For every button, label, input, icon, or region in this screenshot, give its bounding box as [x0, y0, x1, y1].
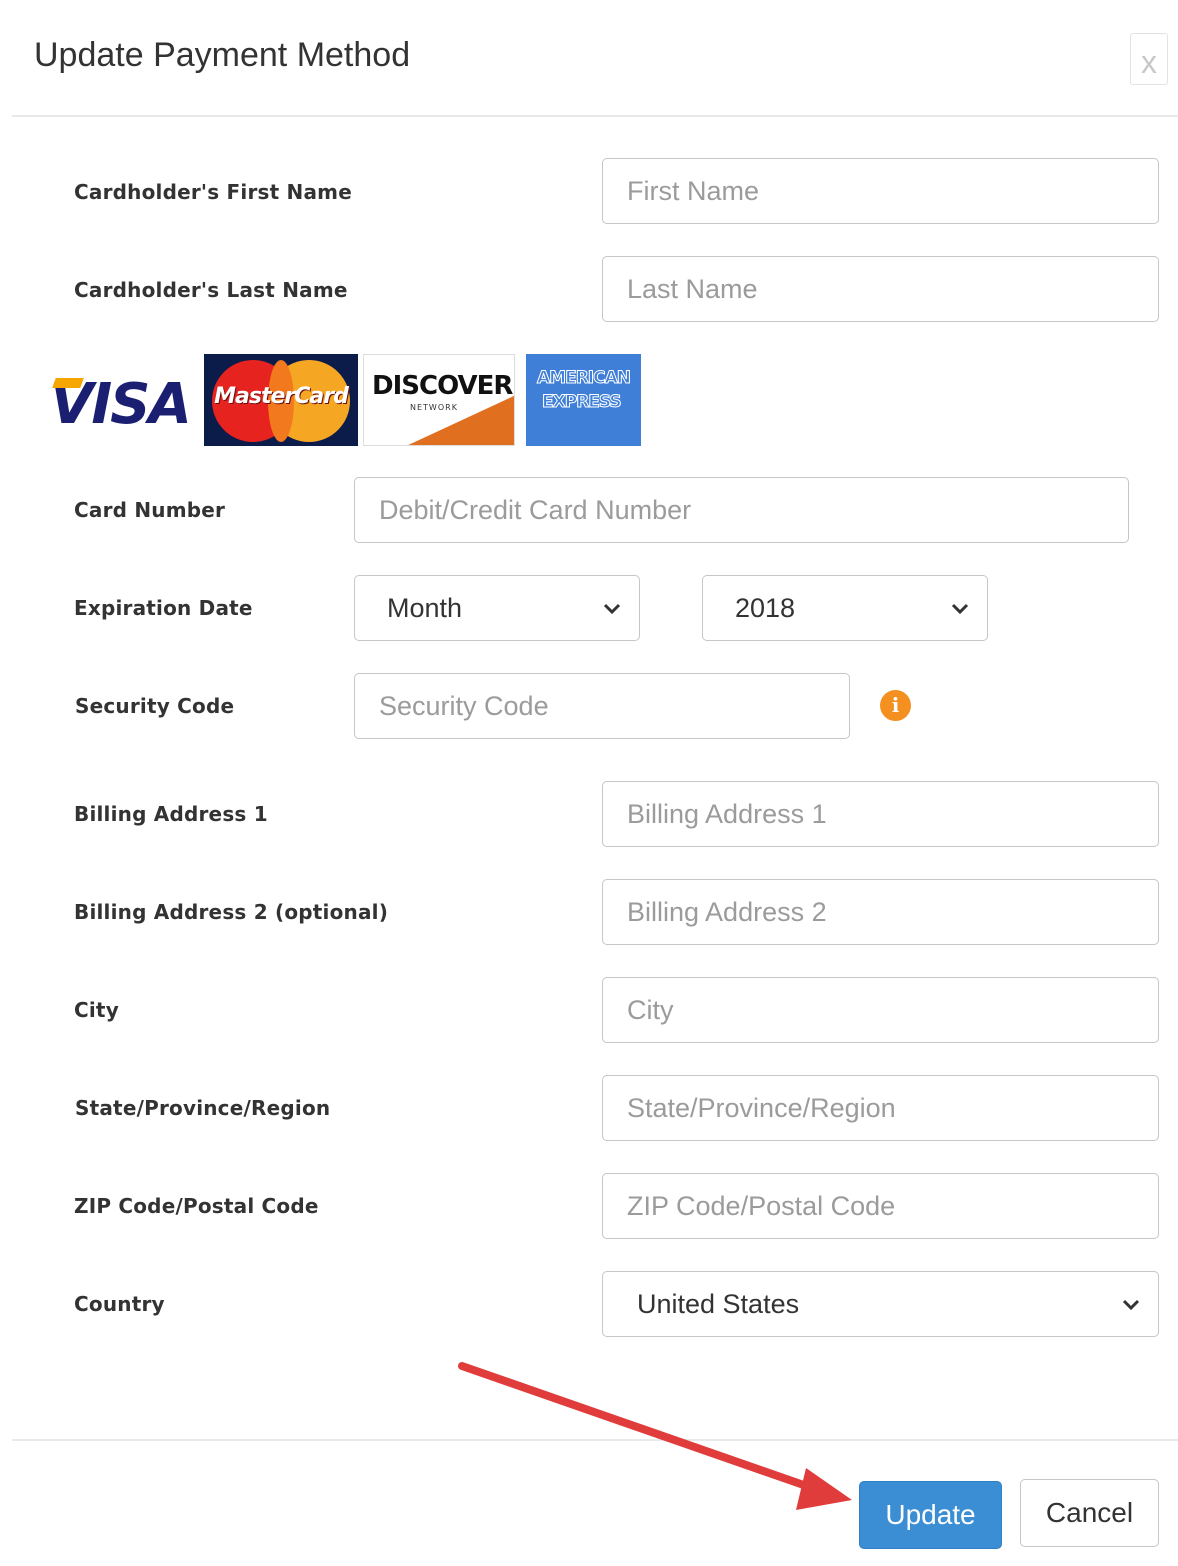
expiration-year-value: 2018	[735, 592, 796, 623]
card-number-label: Card Number	[74, 498, 226, 522]
card-number-input[interactable]	[354, 477, 1129, 543]
modal-title: Update Payment Method	[34, 36, 411, 74]
header-divider	[12, 115, 1178, 117]
city-input[interactable]	[602, 977, 1159, 1043]
security-code-input[interactable]	[354, 673, 850, 739]
security-code-label: Security Code	[75, 694, 235, 718]
last-name-label: Cardholder's Last Name	[74, 278, 348, 302]
country-select[interactable]: United States	[602, 1271, 1159, 1337]
close-button[interactable]: x	[1130, 33, 1168, 85]
expiration-year-select[interactable]: 2018	[702, 575, 988, 641]
city-label: City	[74, 998, 119, 1022]
first-name-label: Cardholder's First Name	[74, 180, 352, 204]
discover-logo: DISCOVER NETWORK	[363, 354, 515, 446]
expiration-month-select[interactable]: Month	[354, 575, 640, 641]
visa-logo: VISA	[44, 354, 194, 446]
first-name-input[interactable]	[602, 158, 1159, 224]
mastercard-logo-text: MasterCard	[214, 384, 349, 409]
amex-line2: EXPRESS	[542, 392, 623, 413]
update-button[interactable]: Update	[859, 1481, 1002, 1549]
discover-logo-text: DISCOVER	[372, 371, 513, 401]
billing-address-1-label: Billing Address 1	[74, 802, 268, 826]
zip-label: ZIP Code/Postal Code	[74, 1194, 319, 1218]
discover-network-text: NETWORK	[410, 403, 458, 412]
expiration-month-value: Month	[387, 592, 463, 623]
country-label: Country	[74, 1292, 165, 1316]
footer-divider	[12, 1439, 1178, 1441]
state-input[interactable]	[602, 1075, 1159, 1141]
billing-address-2-label: Billing Address 2 (optional)	[74, 900, 389, 924]
chevron-down-icon	[951, 603, 969, 615]
chevron-down-icon	[1122, 1299, 1140, 1311]
info-icon[interactable]: i	[880, 690, 911, 721]
visa-accent	[52, 378, 84, 388]
mastercard-logo: MasterCard	[204, 354, 358, 446]
chevron-down-icon	[603, 603, 621, 615]
last-name-input[interactable]	[602, 256, 1159, 322]
amex-logo: AMERICAN EXPRESS	[526, 354, 641, 446]
country-value: United States	[637, 1288, 800, 1319]
amex-line1: AMERICAN	[537, 368, 632, 389]
state-label: State/Province/Region	[75, 1096, 331, 1120]
billing-address-2-input[interactable]	[602, 879, 1159, 945]
billing-address-1-input[interactable]	[602, 781, 1159, 847]
expiration-date-label: Expiration Date	[74, 596, 253, 620]
zip-input[interactable]	[602, 1173, 1159, 1239]
cancel-button[interactable]: Cancel	[1020, 1479, 1159, 1547]
